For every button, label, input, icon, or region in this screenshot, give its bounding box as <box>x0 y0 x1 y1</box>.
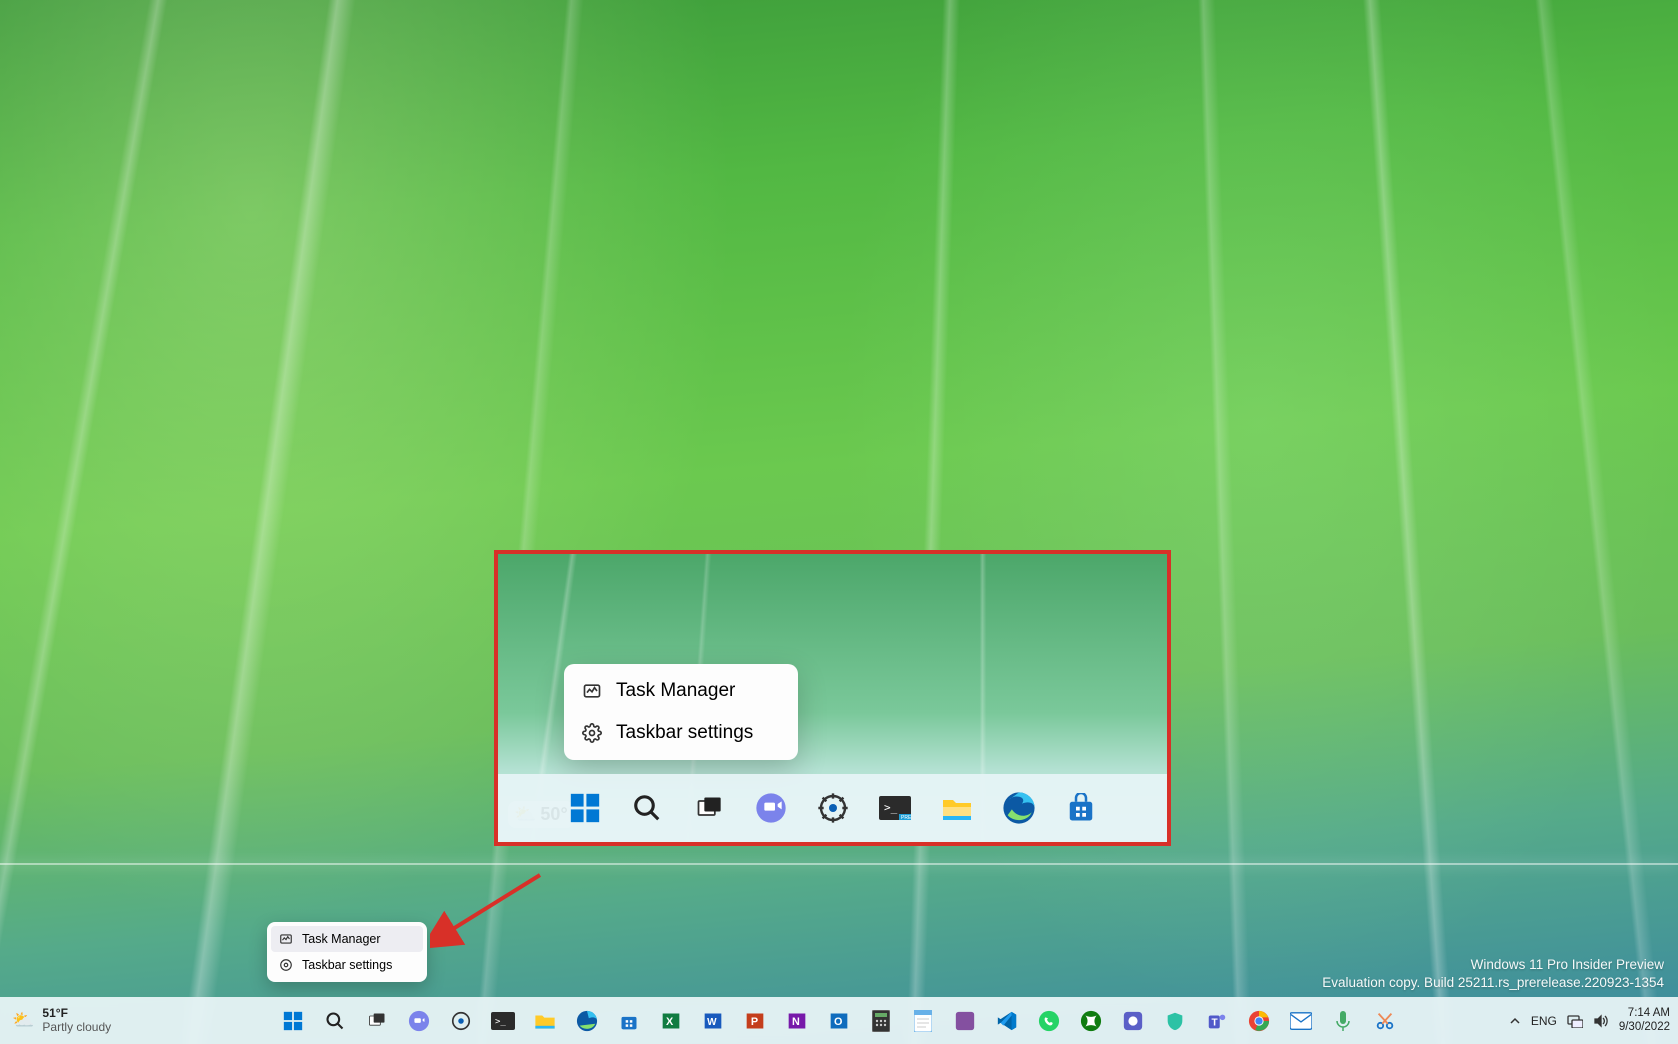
zoom-settings-button[interactable] <box>813 788 853 828</box>
weather-temperature: 51°F <box>42 1007 111 1020</box>
ctx-task-manager-label: Task Manager <box>302 932 381 946</box>
excel-button[interactable]: X <box>654 1004 688 1038</box>
task-view-button[interactable] <box>360 1004 394 1038</box>
network-icon[interactable] <box>1567 1014 1583 1028</box>
voice-recorder-button[interactable] <box>1326 1004 1360 1038</box>
zoom-edge-button[interactable] <box>999 788 1039 828</box>
zoom-search-button[interactable] <box>627 788 667 828</box>
powerpoint-button[interactable]: P <box>738 1004 772 1038</box>
windows-watermark: Windows 11 Pro Insider Preview Evaluatio… <box>1322 956 1664 992</box>
svg-text:N: N <box>792 1016 800 1028</box>
svg-text:T: T <box>1212 1017 1219 1028</box>
activity-icon <box>582 681 602 701</box>
clock-date: 9/30/2022 <box>1619 1021 1670 1035</box>
weather-icon: ⛅ <box>12 1010 34 1031</box>
outlook-button[interactable]: O <box>822 1004 856 1038</box>
watermark-line2: Evaluation copy. Build 25211.rs_prerelea… <box>1322 974 1664 992</box>
annotation-arrow <box>430 870 550 950</box>
settings-button[interactable] <box>444 1004 478 1038</box>
volume-icon[interactable] <box>1593 1014 1609 1028</box>
ctx-taskbar-settings-label: Taskbar settings <box>302 958 392 972</box>
weather-widget[interactable]: ⛅ 51°F Partly cloudy <box>12 997 111 1044</box>
taskbar-center: >_ X W P N O T <box>276 1004 1402 1038</box>
activity-icon <box>279 932 293 946</box>
onenote-button[interactable]: N <box>780 1004 814 1038</box>
teams-button[interactable]: T <box>1200 1004 1234 1038</box>
ctx-task-manager-label: Task Manager <box>616 680 735 702</box>
zoom-store-button[interactable] <box>1061 788 1101 828</box>
app-pinned-2[interactable] <box>1116 1004 1150 1038</box>
clock-time: 7:14 AM <box>1619 1007 1670 1021</box>
ctx-taskbar-settings[interactable]: Taskbar settings <box>271 952 423 978</box>
svg-text:P: P <box>751 1016 758 1028</box>
ctx-taskbar-settings-label: Taskbar settings <box>616 722 753 744</box>
svg-text:PRE: PRE <box>901 815 911 820</box>
ctx-taskbar-settings-zoom[interactable]: Taskbar settings <box>570 712 792 754</box>
xbox-button[interactable] <box>1074 1004 1108 1038</box>
whatsapp-button[interactable] <box>1032 1004 1066 1038</box>
calculator-button[interactable] <box>864 1004 898 1038</box>
system-tray: ENG 7:14 AM 9/30/2022 <box>1509 997 1670 1044</box>
file-explorer-button[interactable] <box>528 1004 562 1038</box>
chrome-button[interactable] <box>1242 1004 1276 1038</box>
zoom-taskbar: >_PRE <box>498 774 1167 842</box>
zoom-inset: Task Manager Taskbar settings ⛅ 50° >_PR… <box>494 550 1171 846</box>
terminal-button[interactable]: >_ <box>486 1004 520 1038</box>
language-indicator[interactable]: ENG <box>1531 1014 1557 1028</box>
svg-text:O: O <box>834 1016 842 1028</box>
taskbar-context-menu-zoom: Task Manager Taskbar settings <box>564 664 798 760</box>
taskbar[interactable]: ⛅ 51°F Partly cloudy >_ X W P N O <box>0 997 1678 1044</box>
desktop[interactable]: Task Manager Taskbar settings ⛅ 50° >_PR… <box>0 0 1678 1044</box>
zoom-chat-button[interactable] <box>751 788 791 828</box>
tray-overflow-button[interactable] <box>1509 1015 1521 1027</box>
snipping-tool-button[interactable] <box>1368 1004 1402 1038</box>
weather-condition: Partly cloudy <box>42 1021 111 1034</box>
chat-button[interactable] <box>402 1004 436 1038</box>
svg-text:W: W <box>707 1017 717 1028</box>
zoom-task-view-button[interactable] <box>689 788 729 828</box>
word-button[interactable]: W <box>696 1004 730 1038</box>
zoom-terminal-button[interactable]: >_PRE <box>875 788 915 828</box>
svg-text:>_: >_ <box>884 801 898 814</box>
vscode-button[interactable] <box>990 1004 1024 1038</box>
app-pinned-1[interactable] <box>948 1004 982 1038</box>
svg-text:X: X <box>666 1016 674 1028</box>
gear-icon <box>279 958 293 972</box>
start-button[interactable] <box>276 1004 310 1038</box>
store-button[interactable] <box>612 1004 646 1038</box>
gear-icon <box>582 723 602 743</box>
ctx-task-manager-zoom[interactable]: Task Manager <box>570 670 792 712</box>
zoom-file-explorer-button[interactable] <box>937 788 977 828</box>
mail-button[interactable] <box>1284 1004 1318 1038</box>
ctx-task-manager[interactable]: Task Manager <box>271 926 423 952</box>
watermark-line1: Windows 11 Pro Insider Preview <box>1322 956 1664 974</box>
svg-text:>_: >_ <box>495 1017 506 1027</box>
clock[interactable]: 7:14 AM 9/30/2022 <box>1619 1007 1670 1035</box>
notepad-button[interactable] <box>906 1004 940 1038</box>
edge-button[interactable] <box>570 1004 604 1038</box>
security-button[interactable] <box>1158 1004 1192 1038</box>
search-button[interactable] <box>318 1004 352 1038</box>
taskbar-context-menu: Task Manager Taskbar settings <box>267 922 427 982</box>
zoom-start-button[interactable] <box>565 788 605 828</box>
